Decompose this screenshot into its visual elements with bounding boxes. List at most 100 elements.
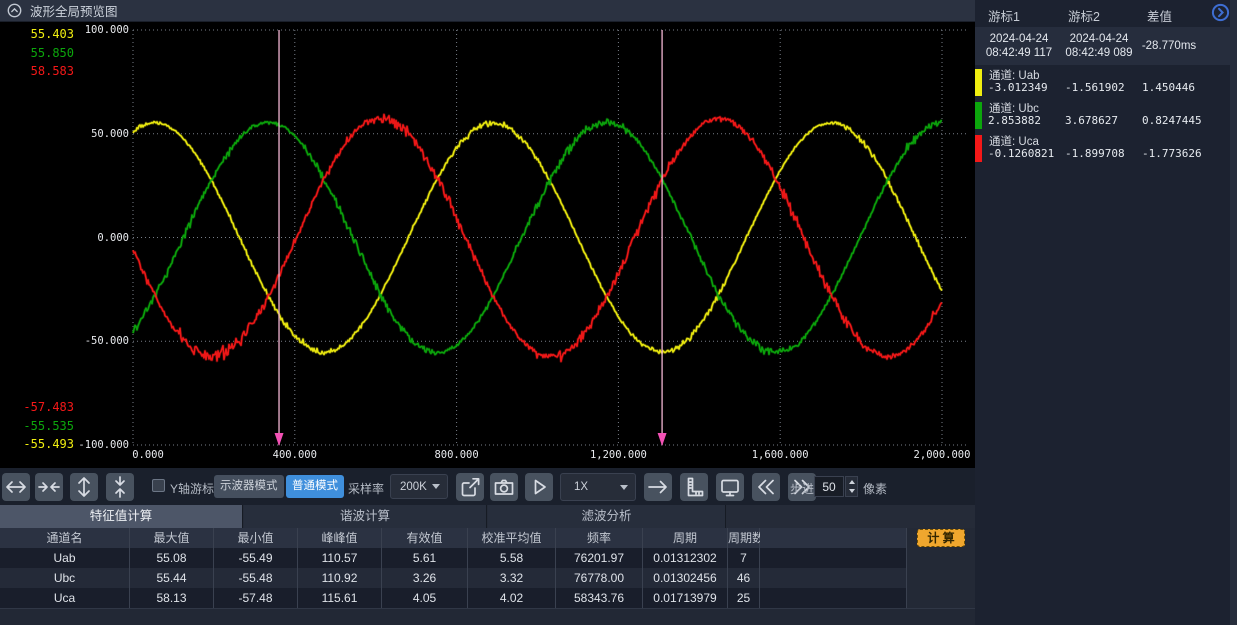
- oscilloscope-mode-button[interactable]: 示波器模式: [214, 475, 284, 498]
- channel-cursor1-value: -3.012349: [988, 81, 1048, 94]
- export-button[interactable]: [456, 473, 484, 501]
- spinner-down-icon[interactable]: [849, 489, 855, 493]
- table-cell: 115.61: [298, 588, 382, 608]
- table-cell: 76201.97: [556, 548, 643, 568]
- step-spinner[interactable]: [845, 476, 858, 497]
- expand-horizontal-icon: [4, 475, 28, 499]
- table-cell: 110.57: [298, 548, 382, 568]
- caret-down-icon: [432, 484, 440, 489]
- column-header: 有效值: [382, 528, 468, 548]
- compress-horizontal-icon: [37, 475, 61, 499]
- caret-down-icon: [620, 485, 628, 490]
- export-icon: [458, 475, 482, 499]
- table-cell: 4.02: [468, 588, 556, 608]
- channel-diff-value: 0.8247445: [1142, 114, 1202, 127]
- table-cell: 4.05: [382, 588, 468, 608]
- channel-color-bar: [975, 69, 982, 96]
- x-axis-tick: 2,000.000: [902, 449, 982, 461]
- compress-vertical-icon: [108, 475, 132, 499]
- channel-color-bar: [975, 135, 982, 162]
- table-cell: 3.32: [468, 568, 556, 588]
- table-cell: Ubc: [0, 568, 130, 588]
- table-cell: 58.13: [130, 588, 214, 608]
- panel-scroll-strip[interactable]: [1230, 0, 1237, 625]
- table-header-row[interactable]: 通道名最大值最小值峰峰值有效值校准平均值频率周期周期数: [0, 528, 907, 548]
- channel-max-value: 58.583: [12, 64, 74, 78]
- expand-vertical-button[interactable]: [70, 473, 98, 501]
- cursor1-timestamp: 2024-04-2408:42:49 117: [979, 32, 1059, 60]
- play-button[interactable]: [525, 473, 553, 501]
- goto-button[interactable]: [644, 473, 672, 501]
- diff-header: 差值: [1147, 6, 1172, 25]
- table-cell: 55.08: [130, 548, 214, 568]
- channel-cursor1-value: 2.853882: [988, 114, 1041, 127]
- table-cell: 0.01713979: [643, 588, 728, 608]
- table-cell: -55.48: [214, 568, 298, 588]
- compress-horizontal-button[interactable]: [35, 473, 63, 501]
- pixel-unit-label: 像素: [863, 480, 887, 497]
- table-cell: -55.49: [214, 548, 298, 568]
- chart-cursor-arrow[interactable]: [275, 433, 284, 446]
- column-header: 校准平均值: [468, 528, 556, 548]
- table-cell: Uca: [0, 588, 130, 608]
- waveform-chart[interactable]: 55.40355.85058.583 -57.483-55.535-55.493…: [0, 22, 975, 468]
- column-header: 峰峰值: [298, 528, 382, 548]
- channel-cursor2-value: -1.561902: [1065, 81, 1125, 94]
- cursor1-header: 游标1: [988, 6, 1020, 25]
- feature-value-table: 通道名最大值最小值峰峰值有效值校准平均值频率周期周期数Uab55.08-55.4…: [0, 528, 907, 608]
- zoom-value: 1X: [574, 481, 620, 493]
- x-axis-tick: 0.000: [108, 449, 188, 461]
- normal-mode-button[interactable]: 普通模式: [286, 475, 344, 498]
- x-axis-tick: 1,200.000: [578, 449, 658, 461]
- measure-button[interactable]: [680, 473, 708, 501]
- analysis-tabs: 特征值计算谐波计算滤波分析: [0, 505, 975, 528]
- waveform-analyzer-window: 波形全局预览图 55.40355.85058.583 -57.483-55.53…: [0, 0, 1237, 625]
- sample-rate-value: 200K: [400, 481, 432, 493]
- table-bottom-filler: [0, 608, 975, 625]
- collapse-panel-icon[interactable]: [7, 3, 22, 18]
- cursor-diff-value: -28.770ms: [1137, 39, 1201, 53]
- zoom-dropdown[interactable]: 1X: [560, 473, 636, 501]
- column-header: 通道名: [0, 528, 130, 548]
- table-cell: 76778.00: [556, 568, 643, 588]
- table-cell: [760, 568, 907, 588]
- column-header: [760, 528, 907, 548]
- compress-vertical-button[interactable]: [106, 473, 134, 501]
- screenshot-button[interactable]: [490, 473, 518, 501]
- chevrons-left-icon: [754, 475, 778, 499]
- y-axis-tick: -50.000: [37, 335, 129, 347]
- column-header: 最大值: [130, 528, 214, 548]
- table-row[interactable]: Ubc55.44-55.48110.923.263.3276778.000.01…: [0, 568, 907, 588]
- channel-measurement-row: 通道: Uca-0.1260821-1.899708-1.773626: [975, 132, 1230, 164]
- spinner-up-icon[interactable]: [849, 480, 855, 484]
- page-prev-button[interactable]: [752, 473, 780, 501]
- table-cell: 7: [728, 548, 760, 568]
- table-cell: 25: [728, 588, 760, 608]
- tab-1[interactable]: 特征值计算: [0, 505, 243, 528]
- expand-horizontal-button[interactable]: [2, 473, 30, 501]
- calculate-button[interactable]: 计 算: [917, 529, 965, 547]
- fullscreen-button[interactable]: [716, 473, 744, 501]
- camera-icon: [492, 475, 516, 499]
- expand-vertical-icon: [72, 475, 96, 499]
- table-cell: 110.92: [298, 568, 382, 588]
- tab-3[interactable]: 滤波分析: [488, 505, 726, 528]
- sample-rate-dropdown[interactable]: 200K: [390, 474, 448, 499]
- chart-cursor-arrow[interactable]: [658, 433, 667, 446]
- tab-2[interactable]: 谐波计算: [244, 505, 487, 528]
- expand-panel-icon[interactable]: [1211, 3, 1230, 22]
- channel-measurement-row: 通道: Uab-3.012349-1.5619021.450446: [975, 66, 1230, 98]
- table-row[interactable]: Uab55.08-55.49110.575.615.5876201.970.01…: [0, 548, 907, 568]
- y-axis-cursor-checkbox[interactable]: [152, 479, 165, 492]
- x-axis-tick: 400.000: [255, 449, 335, 461]
- column-header: 周期数: [728, 528, 760, 548]
- table-cell: 3.26: [382, 568, 468, 588]
- table-row[interactable]: Uca58.13-57.48115.614.054.0258343.760.01…: [0, 588, 907, 608]
- table-cell: 58343.76: [556, 588, 643, 608]
- cursor-timestamps-band: 2024-04-2408:42:49 117 2024-04-2408:42:4…: [975, 27, 1230, 65]
- channel-max-value: 55.850: [12, 46, 74, 60]
- y-axis-tick: 50.000: [37, 128, 129, 140]
- table-cell: Uab: [0, 548, 130, 568]
- channel-cursor2-value: -1.899708: [1065, 147, 1125, 160]
- step-size-input[interactable]: [814, 476, 844, 497]
